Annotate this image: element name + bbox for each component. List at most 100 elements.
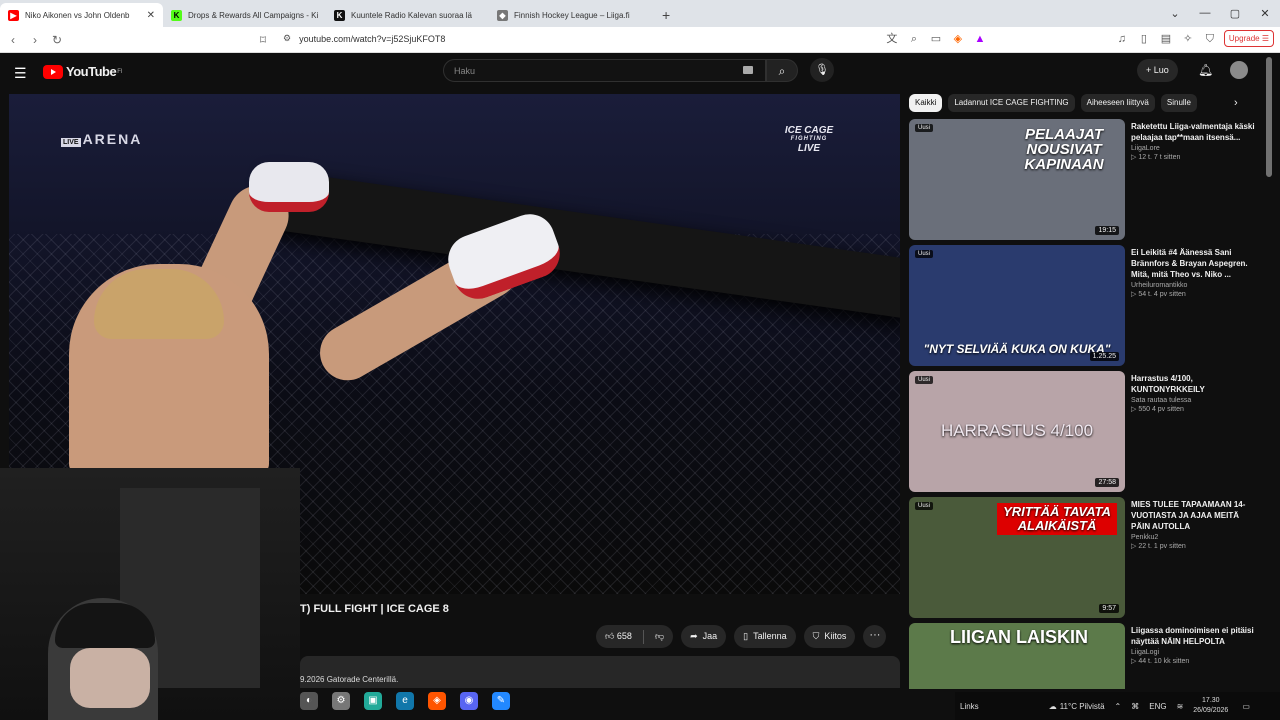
app-icon[interactable]: ◐ — [300, 692, 318, 710]
arena-logo: LIVE ARENA — [61, 131, 143, 147]
media-icon[interactable]: ♫ — [1114, 31, 1130, 47]
notification-icon[interactable]: ▭ — [1242, 702, 1250, 711]
more-actions-icon[interactable]: ··· — [863, 625, 887, 648]
recommendation-title: Raketettu Liiga-valmentaja käski pelaaja… — [1131, 122, 1255, 142]
back-icon[interactable]: ‹ — [2, 33, 24, 47]
voice-search-button[interactable]: 🎙︎ — [810, 58, 834, 82]
like-button[interactable]: 👍︎ 658 — [605, 625, 632, 648]
links-toolbar[interactable]: Links — [960, 702, 979, 711]
window-controls: ⌄ — ▢ ✕ — [1160, 0, 1280, 26]
close-window-icon[interactable]: ✕ — [1250, 7, 1280, 20]
save-button[interactable]: ▯ Tallenna — [734, 625, 796, 648]
sidebar-icon[interactable]: ▯ — [1136, 31, 1152, 47]
weather-text[interactable]: 11°C Pilvistä — [1060, 702, 1105, 711]
app-icon[interactable]: ✎ — [492, 692, 510, 710]
minimize-icon[interactable]: — — [1190, 7, 1220, 19]
video-thumbnail[interactable]: LIIGAN LAISKIN — [909, 623, 1125, 689]
bookmark-icon[interactable]: ⌑ — [252, 33, 274, 47]
brave-shield-icon[interactable]: ◈ — [950, 31, 966, 47]
filter-chips: Kaikki Ladannut ICE CAGE FIGHTING Aihees… — [909, 94, 1249, 112]
chip-uploader[interactable]: Ladannut ICE CAGE FIGHTING — [948, 94, 1075, 112]
vpn-icon[interactable]: ⛉ — [1202, 31, 1218, 47]
plus-icon: + — [1146, 65, 1154, 75]
language-indicator[interactable]: ENG — [1149, 702, 1166, 711]
extensions-icon[interactable]: ✧ — [1180, 31, 1196, 47]
zoom-icon[interactable]: ⌕ — [906, 31, 922, 47]
video-thumbnail[interactable]: PELAAJAT NOUSIVAT KAPINAAN Uusi 19:15 — [909, 119, 1125, 240]
wifi-icon[interactable]: ≋ — [1177, 702, 1184, 711]
wallet-icon[interactable]: ▤ — [1158, 31, 1174, 47]
thumbnail-text: YRITTÄÄ TAVATA ALAIKÄISTÄ — [997, 503, 1117, 535]
dislike-button[interactable]: 👎︎ — [655, 625, 664, 648]
close-tab-icon[interactable]: ✕ — [147, 10, 155, 21]
chip-related[interactable]: Aiheeseen liittyvä — [1080, 94, 1155, 112]
recommendation-item[interactable]: PELAAJAT NOUSIVAT KAPINAAN Uusi 19:15 Ra… — [909, 119, 1259, 241]
search-button[interactable]: ⌕ — [766, 59, 798, 82]
keyboard-icon[interactable] — [743, 66, 753, 74]
view-stats: ▷ 54 t. 4 pv sitten — [1131, 291, 1186, 298]
rewards-icon[interactable]: ▲ — [972, 31, 988, 47]
page-scrollbar[interactable] — [1266, 57, 1272, 177]
reload-icon[interactable]: ↻ — [46, 33, 68, 47]
youtube-logo[interactable]: YouTube FI — [43, 64, 123, 79]
forward-icon[interactable]: › — [24, 33, 46, 47]
new-badge: Uusi — [915, 124, 934, 132]
settings-icon[interactable]: ⚙ — [332, 692, 350, 710]
weather-icon[interactable]: ☁ — [1049, 702, 1057, 711]
tab-search-icon[interactable]: ⌄ — [1160, 7, 1190, 20]
tab-liiga[interactable]: ◆ Finnish Hockey League – Liiga.fi — [489, 3, 652, 27]
channel-name[interactable]: LiigaLore — [1131, 145, 1256, 152]
search-input[interactable]: Haku — [443, 59, 766, 82]
video-thumbnail[interactable]: HARRASTUS 4/100 Uusi 27:58 — [909, 371, 1125, 492]
recommendation-title: Liigassa dominoimisen ei pitäisi näyttää… — [1131, 626, 1254, 646]
site-info-icon[interactable]: ⚙ — [283, 33, 291, 44]
description-text: 9.2026 Gatorade Centerillä. — [300, 675, 399, 684]
url-field[interactable]: ⚙ youtube.com/watch?v=j52SjuKFOT8 — [283, 33, 445, 44]
address-bar-row: ‹ › ↻ ⌑ ⚙ youtube.com/watch?v=j52SjuKFOT… — [0, 27, 1280, 53]
recommendation-item[interactable]: YRITTÄÄ TAVATA ALAIKÄISTÄ Uusi 9:57 MIES… — [909, 497, 1259, 619]
chip-all[interactable]: Kaikki — [909, 94, 943, 112]
upgrade-button[interactable]: Upgrade ☰ — [1223, 30, 1274, 47]
browser-toolbar: 文 ⌕ ▭ ◈ ▲ ♫ ▯ ▤ ✧ ⛉ Upgrade ☰ — [884, 30, 1274, 47]
edge-icon[interactable]: e — [396, 692, 414, 710]
recommendation-meta: Raketettu Liiga-valmentaja käski pelaaja… — [1131, 121, 1256, 161]
video-thumbnail[interactable]: YRITTÄÄ TAVATA ALAIKÄISTÄ Uusi 9:57 — [909, 497, 1125, 618]
chevron-up-icon[interactable]: ⌃ — [1115, 702, 1122, 711]
share-button[interactable]: ➦ Jaa — [681, 625, 727, 648]
tab-title: Kuuntele Radio Kalevan suoraa lä — [351, 10, 472, 20]
channel-name[interactable]: Penkku2 — [1131, 534, 1256, 541]
chip-for-you[interactable]: Sinulle — [1160, 94, 1197, 112]
recommendation-item[interactable]: "NYT SELVIÄÄ KUKA ON KUKA" Uusi 1.25.25 … — [909, 245, 1259, 367]
channel-name[interactable]: Sata rautaa tulessa — [1131, 397, 1256, 404]
thanks-button[interactable]: ⛉ Kiitos — [803, 625, 856, 648]
new-badge: Uusi — [915, 376, 934, 384]
tab-kick[interactable]: K Drops & Rewards All Campaigns - Ki — [163, 3, 326, 27]
duration-badge: 27:58 — [1095, 478, 1119, 487]
notifications-bell-icon[interactable]: 🔔︎ — [1198, 63, 1213, 77]
menu-icon[interactable]: ☰ — [14, 65, 27, 82]
network-icon[interactable]: ⌘ — [1131, 702, 1139, 711]
duration-badge: 19:15 — [1095, 226, 1119, 235]
video-thumbnail[interactable]: "NYT SELVIÄÄ KUKA ON KUKA" Uusi 1.25.25 — [909, 245, 1125, 366]
chevron-right-icon[interactable]: › — [1234, 97, 1238, 109]
webcam-cap — [55, 603, 155, 648]
recommendation-item[interactable]: HARRASTUS 4/100 Uusi 27:58 Harrastus 4/1… — [909, 371, 1259, 493]
thumbnail-text: PELAAJAT NOUSIVAT KAPINAAN — [1024, 126, 1104, 173]
create-button[interactable]: + Luo — [1137, 59, 1178, 82]
maximize-icon[interactable]: ▢ — [1220, 7, 1250, 20]
discord-icon[interactable]: ◉ — [460, 692, 478, 710]
avatar[interactable] — [1230, 61, 1248, 79]
channel-name[interactable]: Urheiluromantikko — [1131, 282, 1256, 289]
tab-radio-kaleva[interactable]: K Kuuntele Radio Kalevan suoraa lä — [326, 3, 489, 27]
translate-icon[interactable]: 文 — [884, 31, 900, 47]
recommendation-item[interactable]: LIIGAN LAISKIN Liigassa dominoimisen ei … — [909, 623, 1259, 689]
liiga-icon: ◆ — [497, 9, 508, 21]
clock[interactable]: 17.30 26/09/2026 — [1193, 696, 1228, 716]
brave-icon[interactable]: ◈ — [428, 692, 446, 710]
chat-app-icon[interactable]: ▣ — [364, 692, 382, 710]
search-icon: ⌕ — [778, 64, 786, 78]
cast-icon[interactable]: ▭ — [928, 31, 944, 47]
tab-youtube[interactable]: ▶ Niko Aikonen vs John Oldenb ✕ — [0, 3, 163, 27]
new-tab-icon[interactable]: + — [662, 7, 670, 23]
channel-name[interactable]: LiigaLogi — [1131, 649, 1256, 656]
